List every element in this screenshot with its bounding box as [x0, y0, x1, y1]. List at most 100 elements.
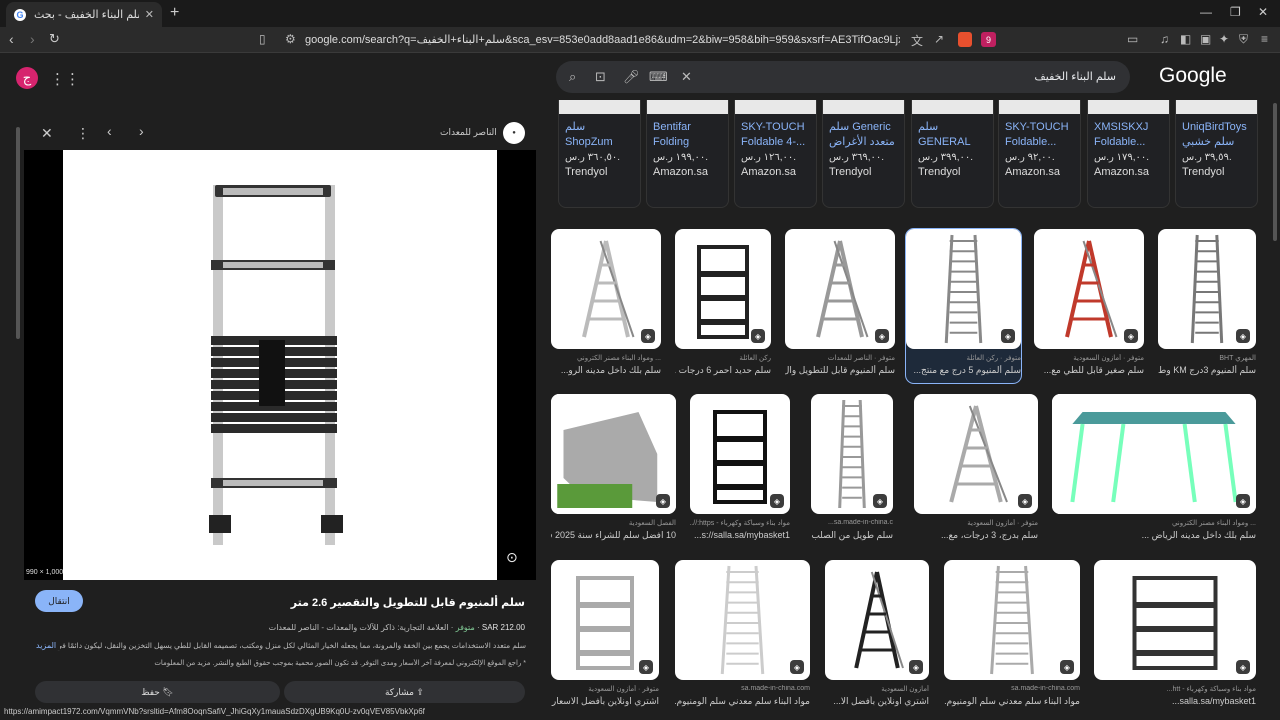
- image-result[interactable]: ◈ sa.made-in-china.com مواد البناء سلم معد…: [944, 560, 1080, 714]
- google-logo[interactable]: Google: [1159, 64, 1227, 88]
- image-result[interactable]: ◈ الفصل السعودية 10 افضل سلم للشراء سنة 20…: [551, 394, 676, 548]
- product-title[interactable]: سلم ألمنيوم قابل للتطويل والتقصير 2.6 مت…: [291, 596, 525, 609]
- shopping-card[interactable]: SKY-TOUCH Foldable... ٩٢,٠٠ ر.س. Amazon.sa: [998, 100, 1081, 208]
- panel-icon[interactable]: ◧: [1180, 32, 1191, 46]
- ladder-image[interactable]: [63, 150, 497, 580]
- rewards-icon[interactable]: 9: [981, 32, 996, 47]
- image-result[interactable]: ◈ متوفر · أمازون السعودية سلم بدرج، 3 درجا…: [914, 394, 1038, 548]
- result-title[interactable]: سلم بدرج، 3 درجات، مع...: [914, 530, 1038, 541]
- visit-button[interactable]: انتقال: [35, 590, 83, 612]
- shopping-card[interactable]: XMSISKXJ Foldable... ١٧٩,٠٠ ر.س. Amazon.sa: [1087, 100, 1170, 208]
- product-price: ٣٩,٥٩ ر.س.: [1182, 152, 1232, 163]
- shopping-card[interactable]: Bentifar Folding Step... ١٩٩,٠٠ ر.س. Amazo…: [646, 100, 729, 208]
- google-favicon-icon: G: [14, 8, 26, 21]
- image-result[interactable]: ◈ مواد بناء وسباكة وكهرباء - htt... salla.…: [1094, 560, 1256, 714]
- translate-icon[interactable]: 文: [911, 32, 923, 49]
- result-title[interactable]: سلم بلك داخل مدينه الرو...: [551, 365, 661, 376]
- search-box[interactable]: ⌕ ⊡ 🎤︎ ⌨ ✕ سلم البناء الخفيف: [556, 61, 1130, 93]
- site-info-icon[interactable]: ⚙: [285, 32, 296, 46]
- close-panel-icon[interactable]: ✕: [41, 125, 53, 142]
- more-link[interactable]: المزيد: [36, 641, 61, 650]
- apps-grid-icon[interactable]: ⋮⋮: [50, 70, 80, 88]
- result-title[interactable]: سلم بلك داخل مدينه الرياض ...: [1052, 530, 1256, 541]
- result-source: متوفر · ركن العائلة: [966, 355, 1022, 362]
- left-scrollbar[interactable]: [16, 127, 20, 339]
- restore-icon[interactable]: ❐: [1230, 5, 1241, 19]
- result-title[interactable]: salla.sa/mybasket1...: [1094, 696, 1256, 706]
- store-name: Trendyol: [1182, 166, 1225, 178]
- mic-icon[interactable]: 🎤︎: [623, 69, 640, 85]
- image-result[interactable]: ◈ مواد بناء وسباكة وكهرباء - https://... s…: [690, 394, 790, 548]
- save-button[interactable]: حفظ 🔖︎: [35, 681, 280, 703]
- keyboard-icon[interactable]: ⌨: [649, 69, 668, 85]
- source-logo[interactable]: ●: [503, 122, 525, 144]
- leo-icon[interactable]: ✦: [1219, 32, 1229, 46]
- minimize-icon[interactable]: —: [1200, 5, 1212, 19]
- image-preview[interactable]: [24, 150, 536, 580]
- shopping-card[interactable]: SKY-TOUCH Foldable 4-... ١٢٦,٠٠ ر.س. Amazo…: [734, 100, 817, 208]
- shopping-card[interactable]: سلم Generic متعدد الأغراض ق... ٣٦٩,٠٠ ر.س…: [822, 100, 905, 208]
- share-button[interactable]: مشاركة ⇪: [284, 681, 525, 703]
- close-tab-icon[interactable]: ✕: [145, 8, 154, 21]
- wallet-icon[interactable]: ▣: [1200, 32, 1211, 46]
- image-result[interactable]: ◈ أمازون السعودية اشتري اونلاين بأفضل الا.…: [825, 560, 929, 714]
- product-description: سلم متعدد الاستخدامات يجمع بين الخفة وال…: [36, 641, 526, 652]
- image-result[interactable]: ◈ متوفر · ركن العائلة سلم ألمنيوم 5 درج مع…: [905, 228, 1022, 384]
- image-result[interactable]: ◈ ... ومواد البناء مصنر الكتروني سلم بلك د…: [551, 229, 661, 383]
- avatar[interactable]: ج: [16, 67, 38, 89]
- close-window-icon[interactable]: ✕: [1258, 5, 1268, 19]
- result-thumbnail[interactable]: [1094, 560, 1256, 680]
- result-title[interactable]: اشتري اونلاين بأفضل الاسعار بالسعودية - …: [551, 696, 659, 707]
- result-title[interactable]: اشتري اونلاين بأفضل الا...: [825, 696, 929, 707]
- product-badge-icon: ◈: [1236, 329, 1250, 343]
- menu-icon[interactable]: ≡: [1261, 32, 1268, 46]
- share-icon[interactable]: ↗: [934, 32, 944, 46]
- reload-icon[interactable]: ↻: [49, 31, 60, 47]
- result-title[interactable]: مواد البناء سلم معدني سلم الومنيوم...: [944, 696, 1080, 707]
- previous-icon[interactable]: ‹: [107, 123, 112, 139]
- vpn-icon[interactable]: ⛨: [1239, 32, 1248, 47]
- image-result[interactable]: ◈ sa.made-in-china.com مواد البناء سلم معد…: [675, 560, 810, 714]
- search-input[interactable]: سلم البناء الخفيف: [1034, 70, 1116, 83]
- forward-icon[interactable]: ›: [30, 31, 35, 47]
- image-result[interactable]: ◈ متوفر · أمازون السعودية اشتري اونلاين بأ…: [551, 560, 659, 714]
- image-result[interactable]: ◈ المهري BHT سلم ألمنيوم 3درج KM وط...: [1158, 229, 1256, 383]
- image-result[interactable]: ◈ sa.made-in-china.c... سلم طويل من الصلب …: [811, 394, 893, 548]
- image-result[interactable]: ◈ ... ومواد البناء مصنر الكتروني سلم بلك د…: [1052, 394, 1256, 548]
- shopping-card[interactable]: سلم ShopZum تلسكوبي من... ٣٦٠,٥٠ ر.س. Tren…: [558, 100, 641, 208]
- result-title[interactable]: سلم صغير قابل للطي مع...: [1034, 365, 1144, 376]
- result-title[interactable]: سلم طويل من الصلب و...: [811, 530, 893, 541]
- result-title[interactable]: s://salla.sa/mybasket1...: [690, 530, 790, 540]
- lens-icon[interactable]: ⊡: [595, 69, 606, 85]
- back-icon[interactable]: ‹: [9, 31, 14, 47]
- result-title[interactable]: سلم ألمنيوم قابل للتطويل وال...: [785, 365, 895, 376]
- image-result[interactable]: ◈ ركن العائلة سلم حديد احمر 6 درجات ...: [675, 229, 771, 383]
- shopping-card[interactable]: سلم GENERAL تلسكوبي من... ٣٩٩,٠٠ ر.س. Tren…: [911, 100, 994, 208]
- right-scrollbar[interactable]: [1273, 103, 1277, 241]
- clear-icon[interactable]: ✕: [681, 69, 692, 85]
- music-icon[interactable]: ♫: [1160, 32, 1169, 46]
- new-tab-icon[interactable]: +: [170, 4, 179, 22]
- search-icon[interactable]: ⌕: [569, 69, 576, 85]
- bookmark-icon[interactable]: ▯: [259, 32, 266, 46]
- url-field[interactable]: google.com/search?q=سلم+البناء+الخفيف&sc…: [305, 33, 900, 46]
- result-title[interactable]: 10 افضل سلم للشراء سنة 2025 في السعودية …: [551, 530, 676, 541]
- shopping-card[interactable]: UniqBirdToys سلم خشبي كبير ٣٩,٥٩ ر.س. Tren…: [1175, 100, 1258, 208]
- brave-shield-icon[interactable]: [958, 32, 972, 47]
- more-options-icon[interactable]: ⋮: [76, 125, 90, 142]
- next-icon[interactable]: ›: [139, 123, 144, 139]
- image-result[interactable]: ◈ متوفر · الناصر للمعدات سلم ألمنيوم قابل …: [785, 229, 895, 383]
- source-name[interactable]: الناصر للمعدات: [440, 127, 497, 138]
- result-title[interactable]: سلم ألمنيوم 3درج KM وط...: [1158, 365, 1256, 376]
- result-title[interactable]: سلم ألمنيوم 5 درج مع منتج...: [906, 365, 1021, 376]
- product-badge-icon: ◈: [656, 494, 670, 508]
- result-thumbnail[interactable]: [1052, 394, 1256, 514]
- visual-search-icon[interactable]: ⊙: [506, 549, 518, 566]
- browser-tab[interactable]: G سلم البناء الخفيف - بحث Google ✕: [6, 2, 162, 27]
- image-result[interactable]: ◈ متوفر · أمازون السعودية سلم صغير قابل لل…: [1034, 229, 1144, 383]
- result-title[interactable]: مواد البناء سلم معدني سلم الومنيوم...: [675, 696, 810, 707]
- sidebar-icon[interactable]: ▭: [1127, 32, 1138, 46]
- result-title[interactable]: سلم حديد احمر 6 درجات ...: [675, 365, 771, 376]
- address-toolbar: ‹ › ↻ ▯ ⚙ google.com/search?q=سلم+البناء…: [0, 27, 1280, 53]
- result-source: أمازون السعودية: [881, 686, 929, 693]
